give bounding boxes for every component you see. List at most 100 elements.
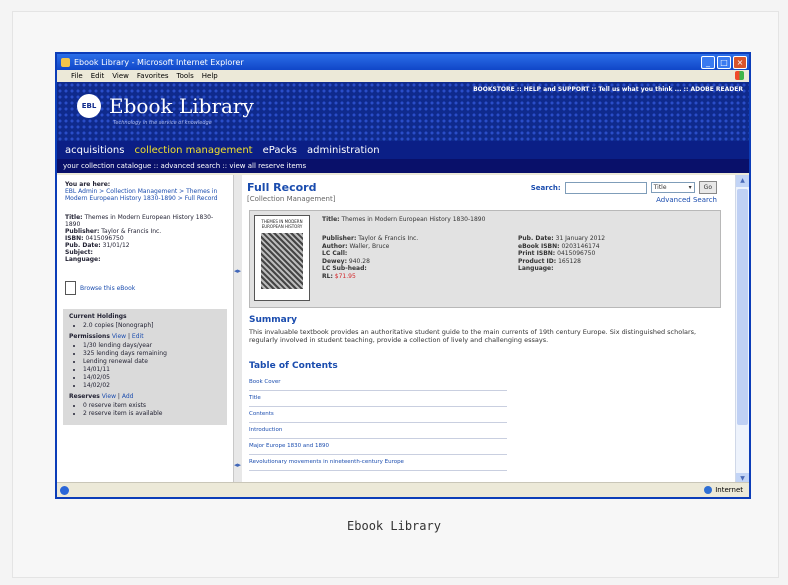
field-label: Pub. Date: xyxy=(518,235,554,242)
logo-badge: EBL xyxy=(77,94,101,118)
windows-logo-icon xyxy=(735,71,744,80)
nav-acquisitions[interactable]: acquisitions xyxy=(65,145,124,156)
site-logo[interactable]: EBL Ebook Library xyxy=(77,94,254,118)
browser-window: Ebook Library - Microsoft Internet Explo… xyxy=(55,52,751,499)
search-input[interactable] xyxy=(564,181,647,194)
record-details-left: Publisher: Taylor & Francis Inc. Author:… xyxy=(322,235,418,280)
record-card: THEMES IN MODERN EUROPEAN HISTORY Title:… xyxy=(249,210,721,308)
page-title: Full Record xyxy=(247,181,317,194)
go-button[interactable]: Go xyxy=(698,181,717,194)
toc-list: Book Cover Title Contents Introduction M… xyxy=(249,375,507,471)
advanced-search-link[interactable]: Advanced Search xyxy=(656,196,717,204)
meta-label: ISBN: xyxy=(65,235,84,242)
site-banner: EBL Ebook Library Technology in the serv… xyxy=(57,82,749,141)
permissions-label: Permissions xyxy=(69,333,110,340)
cover-image xyxy=(261,233,303,289)
nav-epacks[interactable]: ePacks xyxy=(263,145,297,156)
field-value: 31 January 2012 xyxy=(555,235,606,242)
top-links[interactable]: BOOKSTORE :: HELP and SUPPORT :: Tell us… xyxy=(473,86,743,93)
search-type-value: Title xyxy=(653,184,667,191)
reserves-add-link[interactable]: Add xyxy=(122,393,134,400)
security-zone: Internet xyxy=(704,486,743,494)
toc-item[interactable]: Introduction xyxy=(249,423,507,439)
meta-value: Themes in Modern European History 1830-1… xyxy=(65,214,214,228)
collapse-arrows-icon[interactable]: ◂▸ xyxy=(234,461,241,469)
globe-icon xyxy=(704,486,713,494)
toc-item[interactable]: Major Europe 1830 and 1890 xyxy=(249,439,507,455)
search-bar: Search: Title ▾ Go xyxy=(531,181,717,194)
meta-value: 31/01/12 xyxy=(102,242,130,249)
meta-label: Pub. Date: xyxy=(65,242,101,249)
vertical-scrollbar[interactable]: ▲ ▼ xyxy=(735,175,749,485)
toc-item[interactable]: Book Cover xyxy=(249,375,507,391)
menu-tools[interactable]: Tools xyxy=(177,72,194,80)
sidebar: You are here: EBL Admin > Collection Man… xyxy=(57,175,233,485)
browse-ebook[interactable]: Browse this eBook xyxy=(57,275,233,301)
page-subtitle: [Collection Management] xyxy=(247,195,336,203)
toc-item[interactable]: Contents xyxy=(249,407,507,423)
nav-administration[interactable]: administration xyxy=(307,145,380,156)
meta-label: Title: xyxy=(65,214,83,221)
meta-value: Taylor & Francis Inc. xyxy=(101,228,162,235)
nav-collection-management[interactable]: collection management xyxy=(134,145,252,156)
breadcrumb[interactable]: EBL Admin > Collection Management > Them… xyxy=(65,188,225,202)
field-label: Dewey: xyxy=(322,257,347,265)
list-item: 14/02/02 xyxy=(83,382,221,389)
search-type-select[interactable]: Title ▾ xyxy=(650,182,695,193)
menu-file[interactable]: File xyxy=(71,72,83,80)
title-bar: Ebook Library - Microsoft Internet Explo… xyxy=(57,54,749,70)
maximize-button[interactable]: □ xyxy=(717,56,731,69)
field-label: Author: xyxy=(322,242,348,250)
field-label: Language: xyxy=(518,265,554,272)
scroll-thumb[interactable] xyxy=(737,189,748,425)
record-details-right: Pub. Date: 31 January 2012 eBook ISBN: 0… xyxy=(518,235,605,273)
browse-ebook-link[interactable]: Browse this eBook xyxy=(80,285,135,292)
book-icon xyxy=(65,281,76,295)
sub-nav[interactable]: your collection catalogue :: advanced se… xyxy=(57,159,749,173)
page-content: You are here: EBL Admin > Collection Man… xyxy=(57,175,749,485)
field-label: LC Call: xyxy=(322,250,348,257)
main-panel: Full Record [Collection Management] Sear… xyxy=(247,175,727,485)
reserves-view-link[interactable]: View xyxy=(102,393,116,400)
toc-item[interactable]: Revolutionary movements in nineteenth-ce… xyxy=(249,455,507,471)
menu-bar: File Edit View Favorites Tools Help xyxy=(57,70,749,82)
list-item: 0 reserve item exists xyxy=(83,402,221,409)
summary-text: This invaluable textbook provides an aut… xyxy=(249,328,697,344)
list-item: Lending renewal date xyxy=(83,358,221,365)
window-controls: _ □ × xyxy=(701,56,747,69)
zone-label: Internet xyxy=(715,486,743,494)
record-title: Title: Themes in Modern European History… xyxy=(322,216,485,223)
field-value: 940.28 xyxy=(348,257,370,265)
summary-heading: Summary xyxy=(249,315,298,325)
field-value: Waller, Bruce xyxy=(349,242,390,250)
list-item: 2 reserve item is available xyxy=(83,410,221,417)
close-button[interactable]: × xyxy=(733,56,747,69)
logo-name: Ebook Library xyxy=(109,94,254,118)
holdings-box: Current Holdings 2.0 copies [Nonograph] … xyxy=(63,309,227,425)
window-title: Ebook Library - Microsoft Internet Explo… xyxy=(74,57,244,67)
menu-view[interactable]: View xyxy=(112,72,129,80)
pane-splitter[interactable]: ◂▸ ◂▸ xyxy=(233,175,242,485)
toc-item[interactable]: Title xyxy=(249,391,507,407)
field-label: Product ID: xyxy=(518,257,557,265)
current-holdings-label: Current Holdings xyxy=(69,313,127,320)
field-value: Taylor & Francis Inc. xyxy=(358,235,419,242)
list-item: 1/30 lending days/year xyxy=(83,342,221,349)
permissions-edit-link[interactable]: Edit xyxy=(132,333,144,340)
menu-favorites[interactable]: Favorites xyxy=(137,72,169,80)
list-item: 14/01/11 xyxy=(83,366,221,373)
scroll-up-icon[interactable]: ▲ xyxy=(736,175,749,187)
meta-label: Language: xyxy=(65,256,101,263)
menu-edit[interactable]: Edit xyxy=(91,72,105,80)
meta-label: Publisher: xyxy=(65,228,100,235)
list-item: 14/02/05 xyxy=(83,374,221,381)
minimize-button[interactable]: _ xyxy=(701,56,715,69)
list-item: 325 lending days remaining xyxy=(83,350,221,357)
ie-icon xyxy=(61,57,70,67)
menu-help[interactable]: Help xyxy=(202,72,218,80)
chevron-down-icon: ▾ xyxy=(688,184,692,191)
permissions-view-link[interactable]: View xyxy=(112,333,126,340)
collapse-arrows-icon[interactable]: ◂▸ xyxy=(234,267,241,275)
price-value: $71.95 xyxy=(334,272,356,280)
field-label: Print ISBN: xyxy=(518,250,556,257)
